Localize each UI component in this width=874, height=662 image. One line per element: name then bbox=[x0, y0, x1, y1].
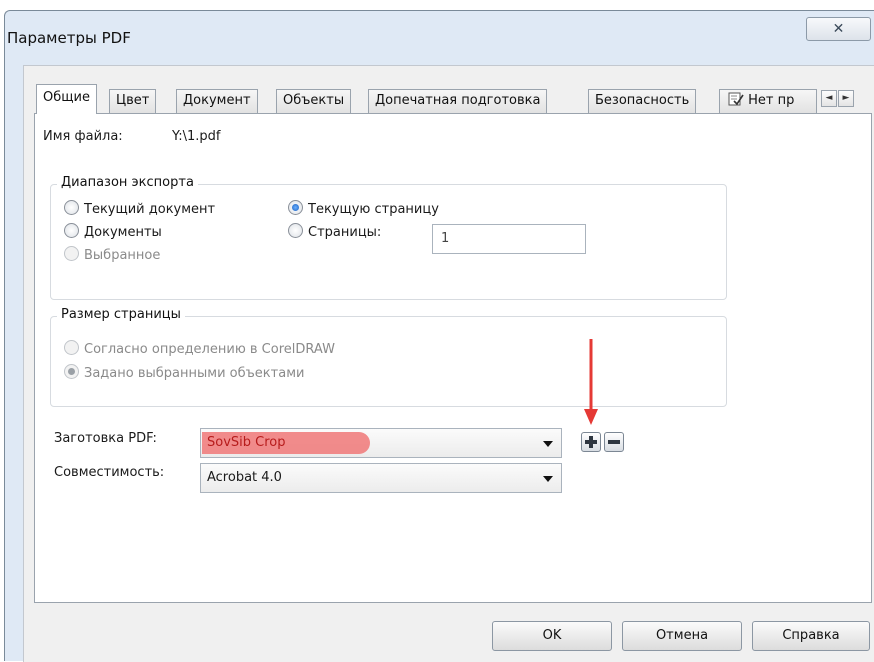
tab-security[interactable]: Безопасность bbox=[588, 89, 697, 113]
tab-scroll-left-button[interactable]: ◄ bbox=[821, 90, 837, 107]
compatibility-label: Совместимость: bbox=[54, 465, 165, 480]
pdf-settings-dialog: Параметры PDF ✕ Общие Цвет Документ Объе… bbox=[4, 10, 874, 662]
dialog-client-area: Общие Цвет Документ Объекты Допечатная п… bbox=[23, 65, 874, 662]
radio-as-defined-in-coreldraw[interactable]: Согласно определению в CorelDRAW bbox=[64, 340, 335, 360]
tab-label: Нет пр bbox=[748, 93, 795, 108]
arrow-left-icon: ◄ bbox=[825, 93, 833, 103]
tab-label: Цвет bbox=[116, 93, 150, 108]
tab-label: Общие bbox=[43, 90, 90, 105]
radio-current-page[interactable]: Текущую страницу bbox=[288, 200, 439, 220]
radio-selection[interactable]: Выбранное bbox=[64, 246, 160, 266]
export-range-legend: Диапазон экспорта bbox=[57, 175, 198, 190]
pdf-preset-dropdown[interactable]: SovSib Crop bbox=[200, 428, 562, 458]
checklist-icon bbox=[728, 92, 744, 106]
remove-preset-button[interactable] bbox=[604, 432, 624, 452]
file-name-value: Y:\1.pdf bbox=[172, 129, 221, 144]
minus-icon bbox=[608, 440, 620, 444]
radio-button-icon bbox=[64, 223, 79, 238]
pdf-preset-value: SovSib Crop bbox=[207, 435, 286, 450]
tab-label: Допечатная подготовка bbox=[375, 93, 541, 108]
compatibility-value: Acrobat 4.0 bbox=[207, 470, 282, 485]
cancel-button[interactable]: Отмена bbox=[622, 621, 742, 651]
tab-color[interactable]: Цвет bbox=[109, 89, 157, 113]
page-size-group bbox=[50, 316, 727, 407]
ok-button[interactable]: OK bbox=[492, 621, 612, 651]
help-button[interactable]: Справка bbox=[752, 621, 870, 651]
arrow-right-icon: ► bbox=[842, 93, 850, 103]
compatibility-dropdown[interactable]: Acrobat 4.0 bbox=[200, 463, 562, 493]
radio-button-icon bbox=[64, 340, 79, 355]
page-size-legend: Размер страницы bbox=[57, 307, 185, 322]
title-bar: Параметры PDF ✕ bbox=[5, 11, 874, 63]
close-icon: ✕ bbox=[832, 21, 845, 37]
plus-icon bbox=[585, 436, 597, 448]
tab-document[interactable]: Документ bbox=[176, 89, 258, 113]
radio-label: Документы bbox=[84, 225, 162, 240]
radio-button-icon bbox=[288, 223, 303, 238]
chevron-down-icon bbox=[543, 476, 553, 482]
radio-label: Задано выбранными объектами bbox=[84, 366, 305, 381]
radio-pages[interactable]: Страницы: bbox=[288, 223, 381, 243]
annotation-arrow bbox=[584, 339, 598, 425]
tab-no-problems[interactable]: Нет пр bbox=[719, 89, 817, 113]
tab-label: Объекты bbox=[283, 93, 345, 108]
pdf-preset-label: Заготовка PDF: bbox=[54, 431, 157, 446]
pages-input[interactable]: 1 bbox=[432, 224, 586, 254]
radio-button-icon bbox=[64, 364, 79, 379]
close-button[interactable]: ✕ bbox=[806, 17, 871, 41]
tab-scroll-right-button[interactable]: ► bbox=[838, 90, 854, 107]
tab-objects[interactable]: Объекты bbox=[276, 89, 352, 113]
radio-label: Текущий документ bbox=[84, 202, 216, 217]
radio-current-document[interactable]: Текущий документ bbox=[64, 200, 215, 220]
chevron-down-icon bbox=[543, 441, 553, 447]
window-title: Параметры PDF bbox=[7, 29, 131, 47]
radio-label: Текущую страницу bbox=[308, 202, 439, 217]
radio-from-selected-objects[interactable]: Задано выбранными объектами bbox=[64, 364, 304, 384]
tab-general[interactable]: Общие bbox=[36, 84, 97, 114]
tab-label: Документ bbox=[183, 93, 251, 108]
radio-button-icon bbox=[64, 246, 79, 261]
tab-label: Безопасность bbox=[595, 93, 690, 108]
radio-documents[interactable]: Документы bbox=[64, 223, 162, 243]
add-preset-button[interactable] bbox=[581, 432, 601, 452]
radio-label: Страницы: bbox=[308, 225, 382, 240]
radio-label: Согласно определению в CorelDRAW bbox=[84, 342, 335, 357]
tab-prepress[interactable]: Допечатная подготовка bbox=[368, 89, 548, 113]
radio-button-icon bbox=[64, 200, 79, 215]
radio-button-icon bbox=[288, 200, 303, 215]
radio-label: Выбранное bbox=[84, 248, 161, 263]
file-name-label: Имя файла: bbox=[43, 129, 123, 144]
general-tab-panel: Имя файла: Y:\1.pdf Диапазон экспорта Те… bbox=[34, 113, 872, 603]
